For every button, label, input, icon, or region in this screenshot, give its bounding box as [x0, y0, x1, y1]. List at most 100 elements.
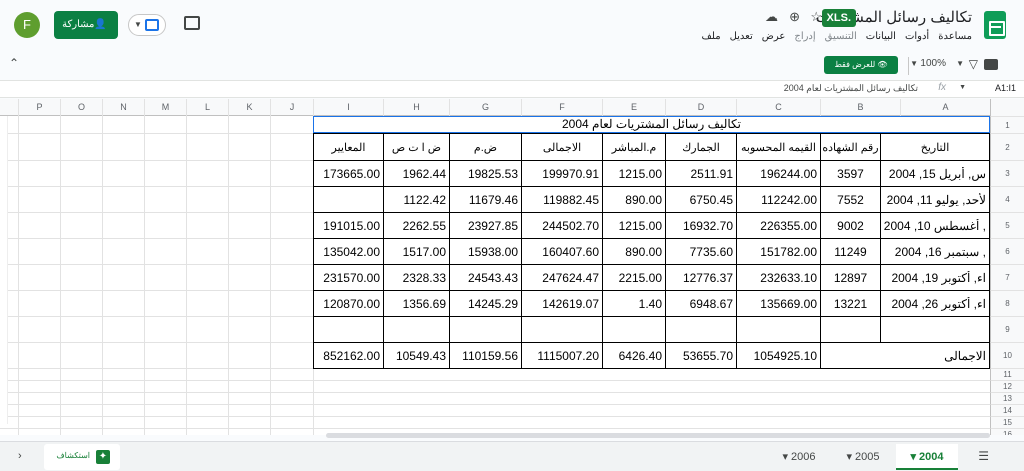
- table-cell[interactable]: 1215.00: [603, 219, 665, 233]
- table-cell[interactable]: 151782.00: [737, 245, 820, 259]
- row-header-15[interactable]: 15: [990, 416, 1024, 428]
- zoom-select[interactable]: 100%: [920, 58, 946, 69]
- horizontal-scrollbar[interactable]: [326, 433, 990, 438]
- table-cell[interactable]: اء, أكتوبر 26, 2004: [881, 297, 989, 311]
- vertical-scrollbar[interactable]: [0, 116, 8, 424]
- cell-area[interactable]: تكاليف رسائل المشتريات لعام 2004 التاريخ…: [0, 116, 990, 435]
- column-header-j[interactable]: J: [270, 99, 313, 116]
- table-cell[interactable]: 23927.85: [450, 219, 521, 233]
- total-cell[interactable]: 6426.40: [603, 349, 665, 363]
- table-cell[interactable]: 24543.43: [450, 271, 521, 285]
- formula-input[interactable]: تكاليف رسائل المشتريات لعام 2004: [784, 83, 918, 94]
- move-folder-icon[interactable]: ⊕: [789, 9, 800, 25]
- total-cell[interactable]: 10549.43: [384, 349, 449, 363]
- row-header-12[interactable]: 12: [990, 380, 1024, 392]
- sheet-tab-2006[interactable]: ▾ 2006: [768, 444, 830, 470]
- table-cell[interactable]: 160407.60: [522, 245, 602, 259]
- star-icon[interactable]: ☆: [810, 9, 822, 25]
- column-header-i[interactable]: I: [313, 99, 383, 116]
- table-cell[interactable]: 226355.00: [737, 219, 820, 233]
- row-header-3[interactable]: 3: [990, 160, 1024, 186]
- header-cell-direct[interactable]: م.المباشر: [603, 141, 665, 154]
- menu-insert[interactable]: إدراج: [794, 31, 815, 42]
- zoom-chevron-down-icon[interactable]: ▼: [910, 59, 918, 68]
- row-header-9[interactable]: 9: [990, 316, 1024, 342]
- table-cell[interactable]: 14245.29: [450, 297, 521, 311]
- table-cell[interactable]: اء, أكتوبر 19, 2004: [881, 271, 989, 285]
- row-header-4[interactable]: 4: [990, 186, 1024, 212]
- column-header-a[interactable]: A: [900, 99, 990, 116]
- column-header-g[interactable]: G: [449, 99, 521, 116]
- table-cell[interactable]: , أغسطس 10, 2004: [881, 219, 989, 233]
- column-header-d[interactable]: D: [665, 99, 736, 116]
- menu-data[interactable]: البيانات: [866, 31, 896, 42]
- table-cell[interactable]: 1122.42: [384, 193, 449, 207]
- row-header-10[interactable]: 10: [990, 342, 1024, 368]
- column-header-k[interactable]: K: [228, 99, 270, 116]
- table-cell[interactable]: 7552: [821, 193, 880, 207]
- table-cell[interactable]: 13221: [821, 297, 880, 311]
- table-cell[interactable]: 2511.91: [666, 167, 736, 181]
- row-header-1[interactable]: 1: [990, 116, 1024, 133]
- table-cell[interactable]: 19825.53: [450, 167, 521, 181]
- table-cell[interactable]: س, أبريل 15, 2004: [881, 167, 989, 181]
- row-header-7[interactable]: 7: [990, 264, 1024, 290]
- total-cell[interactable]: 110159.56: [450, 349, 521, 363]
- row-header-14[interactable]: 14: [990, 404, 1024, 416]
- header-cell-date[interactable]: التاريخ: [881, 141, 989, 154]
- table-cell[interactable]: 135669.00: [737, 297, 820, 311]
- total-label-cell[interactable]: الاجمالى: [821, 349, 989, 363]
- table-cell[interactable]: , سبتمبر 16, 2004: [881, 245, 989, 259]
- table-cell[interactable]: 1215.00: [603, 167, 665, 181]
- table-cell[interactable]: 12776.37: [666, 271, 736, 285]
- table-cell[interactable]: 119882.45: [522, 193, 602, 207]
- column-header-h[interactable]: H: [383, 99, 449, 116]
- header-cell-customs[interactable]: الجمارك: [666, 141, 736, 154]
- total-cell[interactable]: 53655.70: [666, 349, 736, 363]
- header-cell-calculated-value[interactable]: القيمه المحسوبه: [737, 141, 820, 154]
- table-cell[interactable]: 11679.46: [450, 193, 521, 207]
- table-cell[interactable]: 6750.45: [666, 193, 736, 207]
- column-header-m[interactable]: M: [144, 99, 186, 116]
- table-cell[interactable]: 15938.00: [450, 245, 521, 259]
- table-cell[interactable]: 2328.33: [384, 271, 449, 285]
- table-cell[interactable]: 6948.67: [666, 297, 736, 311]
- table-cell[interactable]: 232633.10: [737, 271, 820, 285]
- table-cell[interactable]: 9002: [821, 219, 880, 233]
- account-avatar[interactable]: F: [14, 12, 40, 38]
- all-sheets-menu-icon[interactable]: ☰: [978, 449, 989, 463]
- sheet-tab-2005[interactable]: ▾ 2005: [832, 444, 894, 470]
- header-cell-standards[interactable]: المعايير: [314, 141, 383, 154]
- menu-format[interactable]: التنسيق: [825, 31, 857, 42]
- row-header-11[interactable]: 11: [990, 368, 1024, 380]
- table-cell[interactable]: 231570.00: [314, 271, 383, 285]
- table-cell[interactable]: 890.00: [603, 245, 665, 259]
- column-header-c[interactable]: C: [736, 99, 820, 116]
- row-header-8[interactable]: 8: [990, 290, 1024, 316]
- collapse-menus-icon[interactable]: ⌃: [9, 56, 19, 70]
- menu-help[interactable]: مساعدة: [938, 31, 972, 42]
- column-header-p[interactable]: P: [18, 99, 60, 116]
- table-cell[interactable]: 2215.00: [603, 271, 665, 285]
- table-cell[interactable]: 12897: [821, 271, 880, 285]
- table-cell[interactable]: 1517.00: [384, 245, 449, 259]
- table-cell[interactable]: 173665.00: [314, 167, 383, 181]
- table-cell[interactable]: 244502.70: [522, 219, 602, 233]
- filter-chevron-down-icon[interactable]: ▼: [956, 59, 964, 68]
- header-cell-total[interactable]: الاجمالى: [522, 141, 602, 154]
- table-cell[interactable]: 1356.69: [384, 297, 449, 311]
- table-cell[interactable]: 3597: [821, 167, 880, 181]
- column-header-e[interactable]: E: [602, 99, 665, 116]
- total-cell[interactable]: 1054925.10: [737, 349, 820, 363]
- menu-view[interactable]: عرض: [762, 31, 786, 42]
- table-cell[interactable]: 1.40: [603, 297, 665, 311]
- table-cell[interactable]: 142619.07: [522, 297, 602, 311]
- sheet-title-cell[interactable]: تكاليف رسائل المشتريات لعام 2004: [313, 116, 990, 133]
- table-cell[interactable]: 890.00: [603, 193, 665, 207]
- table-cell[interactable]: 135042.00: [314, 245, 383, 259]
- row-header-13[interactable]: 13: [990, 392, 1024, 404]
- table-cell[interactable]: 1962.44: [384, 167, 449, 181]
- row-header-16[interactable]: 16: [990, 428, 1024, 435]
- total-cell[interactable]: 1115007.20: [522, 349, 602, 363]
- explore-button[interactable]: ✦ استكشاف: [44, 444, 120, 470]
